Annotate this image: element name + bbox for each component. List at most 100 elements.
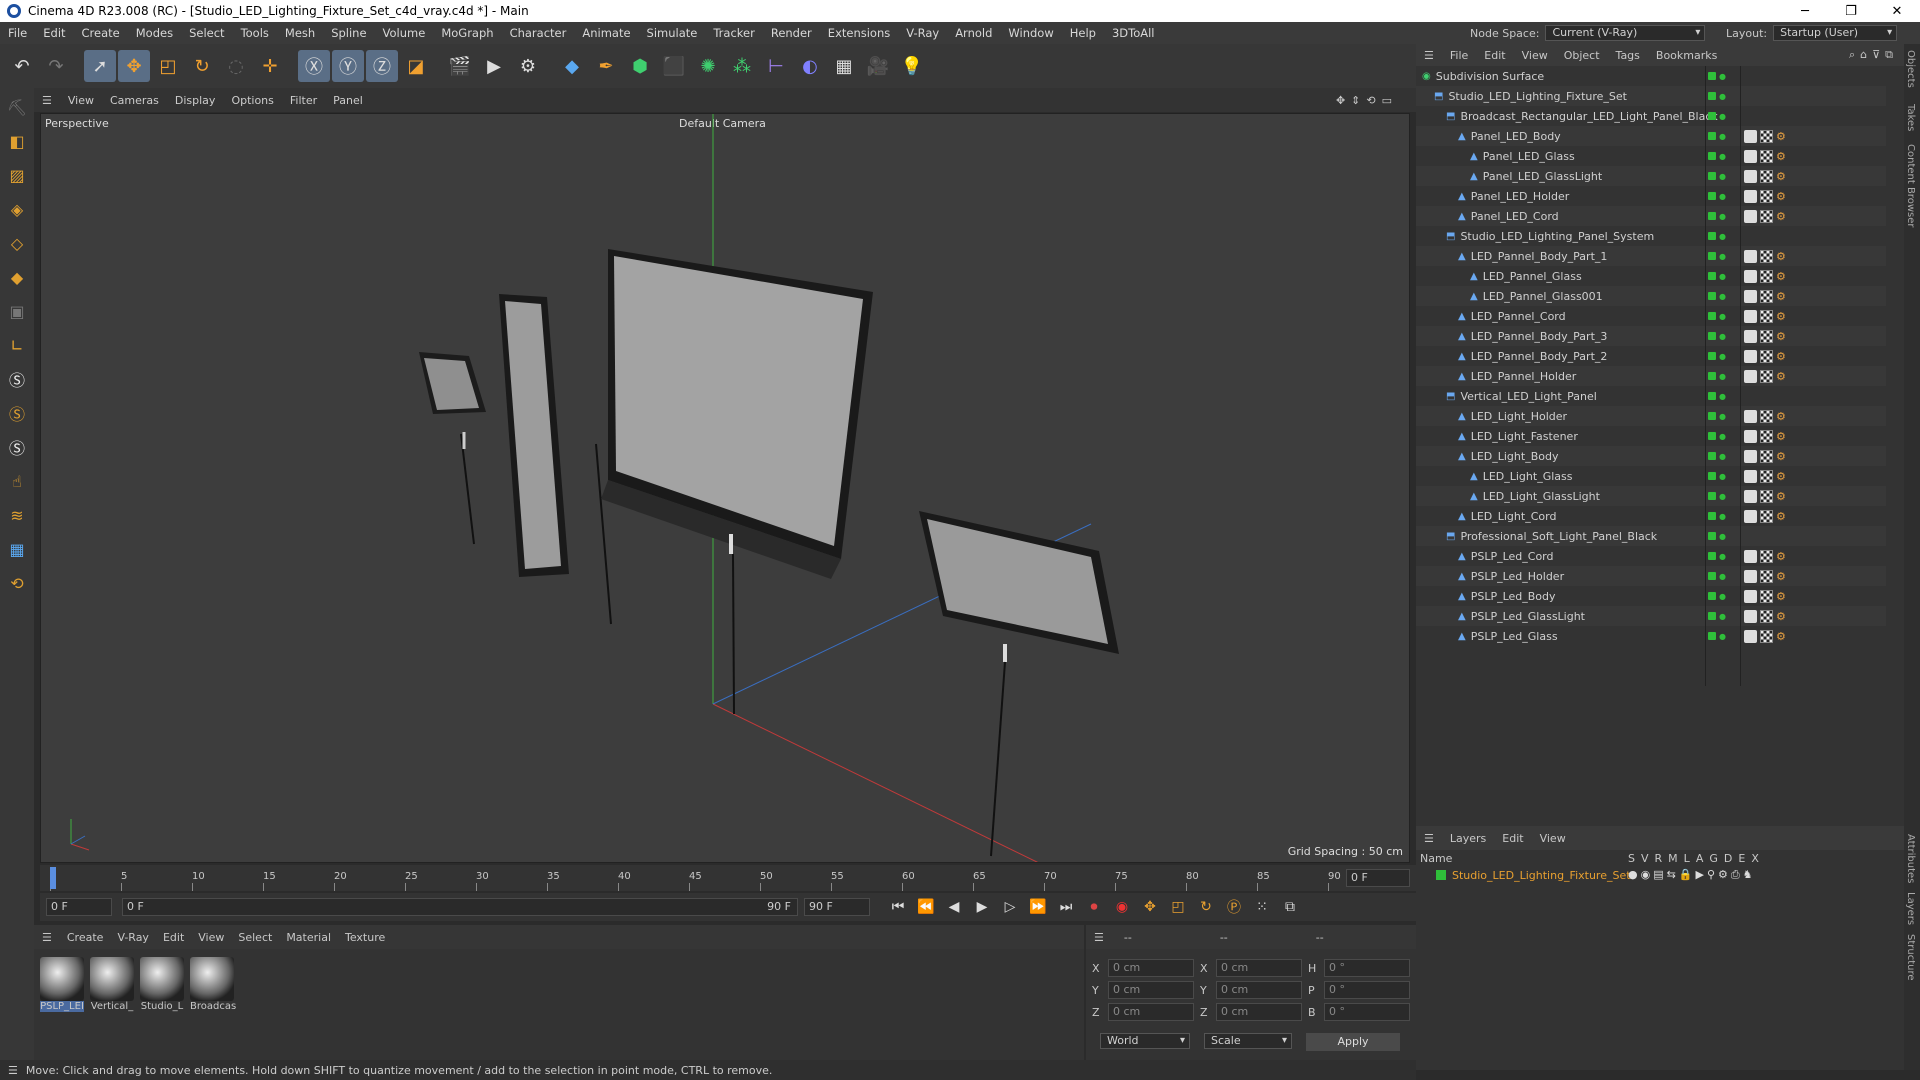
texture-tag-icon[interactable] [1760,429,1773,443]
material-menu-texture[interactable]: Texture [338,931,392,944]
go-to-end-icon[interactable]: ⏭ [1054,895,1078,919]
tab-layers[interactable]: Layers [1905,892,1916,925]
floor-icon[interactable]: ▦ [828,50,860,82]
visibility-dots[interactable]: ● [1708,392,1726,401]
object-tags[interactable]: ⚙ [1744,349,1789,363]
texture-tag-icon[interactable] [1760,609,1773,623]
visibility-dots[interactable]: ● [1708,592,1726,601]
viewport-menu-view[interactable]: View [60,94,102,107]
vray-tag-icon[interactable]: ⚙ [1776,430,1789,443]
current-frame-field[interactable]: 0 F [1346,869,1410,887]
timeline-ruler[interactable]: 051015202530354045505560657075808590 0 F [40,865,1416,891]
go-to-start-icon[interactable]: ⏮ [886,895,910,919]
material-tag-icon[interactable] [1744,589,1757,603]
material-tag-icon[interactable] [1744,449,1757,463]
object-row[interactable]: ▲ LED_Pannel_Glass001 ● ⚙ [1416,286,1886,306]
object-tags[interactable]: ⚙ [1744,369,1789,383]
layer-flag-m[interactable]: M [1668,852,1678,865]
vray-tag-icon[interactable]: ⚙ [1776,190,1789,203]
vray-tag-icon[interactable]: ⚙ [1776,490,1789,503]
visibility-dots[interactable]: ● [1708,332,1726,341]
texture-tag-icon[interactable] [1760,369,1773,383]
render-view-icon[interactable]: ▶ [478,50,510,82]
object-row[interactable]: ▲ LED_Pannel_Body_Part_1 ● ⚙ [1416,246,1886,266]
menu-mograph[interactable]: MoGraph [433,26,501,40]
object-tags[interactable]: ⚙ [1744,409,1789,423]
visibility-dots[interactable]: ● [1708,412,1726,421]
vray-tag-icon[interactable]: ⚙ [1776,570,1789,583]
polygon-mode-icon[interactable]: ◆ [2,262,32,292]
texture-tag-icon[interactable] [1760,269,1773,283]
undo-icon[interactable]: ↶ [6,50,38,82]
key-param-icon[interactable]: Ⓟ [1222,895,1246,919]
object-tags[interactable]: ⚙ [1744,309,1789,323]
object-tags[interactable]: ⚙ [1744,549,1789,563]
visibility-dots[interactable]: ● [1708,172,1726,181]
material-tag-icon[interactable] [1744,629,1757,643]
vray-tag-icon[interactable]: ⚙ [1776,550,1789,563]
layer-flag-d[interactable]: D [1724,852,1732,865]
visibility-dots[interactable]: ● [1708,492,1726,501]
search-filter-icons[interactable]: ⌕⌂⊽⧉ [1849,48,1898,62]
object-tags[interactable]: ⚙ [1744,429,1789,443]
tab-objects[interactable]: Objects [1905,50,1916,88]
material-tag-icon[interactable] [1744,189,1757,203]
object-row[interactable]: ⬒ Broadcast_Rectangular_LED_Light_Panel_B… [1416,106,1886,126]
texture-tag-icon[interactable] [1760,129,1773,143]
timeline-icon[interactable]: ⧉ [1278,895,1302,919]
viewport-menu-filter[interactable]: Filter [282,94,325,107]
object-row[interactable]: ▲ LED_Pannel_Glass ● ⚙ [1416,266,1886,286]
menu-help[interactable]: Help [1062,26,1104,40]
object-tags[interactable]: ⚙ [1744,589,1789,603]
object-tags[interactable]: ⚙ [1744,189,1789,203]
end-frame-field[interactable]: 90 F [804,898,870,916]
vray-tag-icon[interactable]: ⚙ [1776,630,1789,643]
material-tag-icon[interactable] [1744,429,1757,443]
move-tool-icon[interactable]: ✥ [118,50,150,82]
visibility-dots[interactable]: ● [1708,552,1726,561]
coord-value-field[interactable]: 0 ° [1324,1003,1410,1021]
menu-tools[interactable]: Tools [233,26,277,40]
material-tag-icon[interactable] [1744,369,1757,383]
visibility-dots[interactable]: ● [1708,152,1726,161]
record-icon[interactable]: ◉ [1110,895,1134,919]
viewport-menu-options[interactable]: Options [223,94,281,107]
vray-tag-icon[interactable]: ⚙ [1776,270,1789,283]
hamburger-icon[interactable]: ☰ [34,94,60,107]
rotate-tool-icon[interactable]: ↻ [186,50,218,82]
menu-arnold[interactable]: Arnold [947,26,1000,40]
z-axis-lock-icon[interactable]: Ⓩ [366,50,398,82]
menu-window[interactable]: Window [1000,26,1061,40]
material-swatch[interactable]: Studio_L [140,957,184,1012]
object-menu-tags[interactable]: Tags [1608,49,1648,62]
object-tags[interactable]: ⚙ [1744,569,1789,583]
object-row[interactable]: ▲ LED_Pannel_Body_Part_3 ● ⚙ [1416,326,1886,346]
model-mode-icon[interactable]: ◧ [2,126,32,156]
material-tag-icon[interactable] [1744,169,1757,183]
material-tag-icon[interactable] [1744,309,1757,323]
viewport-menu-cameras[interactable]: Cameras [102,94,167,107]
visibility-dots[interactable]: ● [1708,252,1726,261]
point-mode-icon[interactable]: ◈ [2,194,32,224]
layer-flag-g[interactable]: G [1709,852,1718,865]
key-scale-icon[interactable]: ◰ [1166,895,1190,919]
scale-tool-icon[interactable]: ◰ [152,50,184,82]
array-icon[interactable]: ✺ [692,50,724,82]
coord-value-field[interactable]: 0 cm [1216,1003,1302,1021]
material-tag-icon[interactable] [1744,489,1757,503]
object-tags[interactable]: ⚙ [1744,289,1789,303]
menu-mesh[interactable]: Mesh [277,26,323,40]
object-tags[interactable]: ⚙ [1744,449,1789,463]
visibility-dots[interactable]: ● [1708,72,1726,81]
object-menu-icon[interactable]: ☰ [1416,49,1442,62]
coord-value-field[interactable]: 0 cm [1108,959,1194,977]
3d-viewport[interactable]: Perspective Default Camera Grid Spacing … [40,113,1410,863]
material-tag-icon[interactable] [1744,149,1757,163]
camera-icon[interactable]: 🎥 [862,50,894,82]
texture-tag-icon[interactable] [1760,549,1773,563]
material-swatch[interactable]: Broadcas [190,957,236,1012]
visibility-dots[interactable]: ● [1708,272,1726,281]
visibility-dots[interactable]: ● [1708,612,1726,621]
texture-tag-icon[interactable] [1760,289,1773,303]
status-menu-icon[interactable]: ☰ [0,1064,26,1077]
